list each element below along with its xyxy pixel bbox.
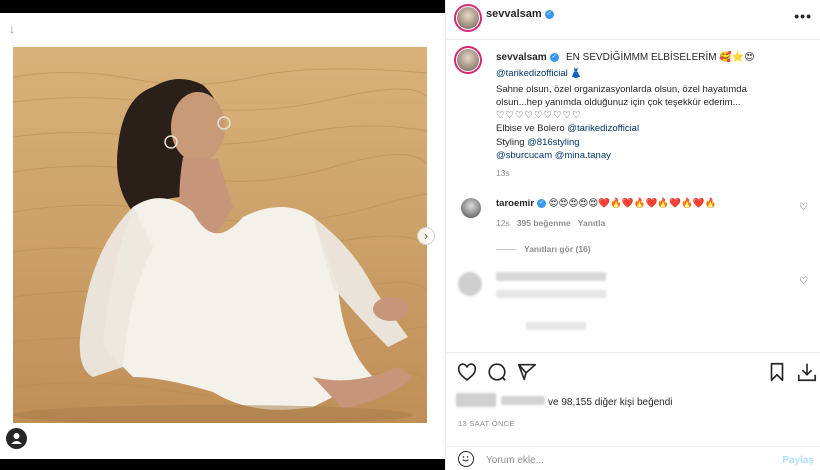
carousel-next-button[interactable]: › xyxy=(417,227,435,245)
comment-input[interactable]: Yorum ekle... xyxy=(486,455,544,466)
caption-username[interactable]: sevvalsam ✓ xyxy=(496,52,559,63)
caption-avatar[interactable] xyxy=(457,49,479,71)
blurred-meta xyxy=(526,322,586,330)
post-time: 13 SAAT ÖNCE xyxy=(458,419,515,428)
user-tag-icon[interactable] xyxy=(6,428,27,449)
blurred-name xyxy=(496,272,606,281)
caption-time: 13s xyxy=(496,168,510,178)
comment-bubble-icon[interactable] xyxy=(486,361,508,383)
caption-text-2: olsun...hep yanımda olduğunuz için çok t… xyxy=(496,97,741,108)
blurred-avatar xyxy=(458,272,482,296)
comment-row-blurred: ♡ xyxy=(446,268,820,338)
verified-badge-icon: ✓ xyxy=(544,9,554,19)
replies-line xyxy=(496,249,516,251)
download-icon[interactable]: ↓ xyxy=(6,22,18,36)
styling-tag-link[interactable]: @816styling xyxy=(527,137,579,148)
comment-verified-icon: ✓ xyxy=(537,198,547,208)
comment-text: 😍😍😍😍😍❤️🔥❤️🔥❤️🔥❤️🔥❤️🔥 xyxy=(548,198,717,209)
caption-tag-link[interactable]: @tarikedizofficial 👗 xyxy=(496,68,582,79)
tag-b-link[interactable]: @mina.tanay xyxy=(555,150,611,161)
blurred-text xyxy=(496,290,606,298)
caption-dress-line: Elbise ve Bolero @tarikedizofficial xyxy=(496,123,639,134)
post-photo[interactable] xyxy=(13,47,427,423)
caption-styling-line: Styling @816styling xyxy=(496,137,580,148)
top-bar xyxy=(0,0,445,13)
post-header: sevvalsam ✓ ••• xyxy=(446,0,820,40)
comment-time: 12s xyxy=(496,218,510,228)
comment-meta: 12s 395 beğenme Yanıtla xyxy=(496,218,605,228)
details-pane: sevvalsam ✓ ••• sevvalsam ✓ EN SEVDİĞİMMM … xyxy=(446,0,820,470)
save-bookmark-icon[interactable] xyxy=(766,361,788,383)
tag-a-link[interactable]: @sburcucam xyxy=(496,150,552,161)
comment-like-heart-icon[interactable]: ♡ xyxy=(799,202,808,213)
more-options-button[interactable]: ••• xyxy=(794,8,812,24)
caption-verified-icon: ✓ xyxy=(549,52,559,62)
bottom-bar xyxy=(0,459,445,470)
caption-hearts: ♡♡♡♡♡♡♡♡♡ xyxy=(496,110,582,121)
comment-box: Yorum ekle... Paylaş xyxy=(446,446,820,470)
actions-bar: ve 98,155 diğer kişi beğendi 13 SAAT ÖNC… xyxy=(446,352,820,428)
avatar[interactable] xyxy=(457,7,479,29)
media-pane: ↓ › xyxy=(0,0,445,470)
likes-text[interactable]: ve 98,155 diğer kişi beğendi xyxy=(548,397,673,408)
comment2-like-heart-icon[interactable]: ♡ xyxy=(799,276,808,287)
share-paper-plane-icon[interactable] xyxy=(516,361,538,383)
view-replies[interactable]: Yanıtları gör (16) xyxy=(496,244,591,254)
blurred-liker-name xyxy=(501,396,545,405)
post-comment-button[interactable]: Paylaş xyxy=(782,455,814,466)
comment-row: taroemir ✓ 😍😍😍😍😍❤️🔥❤️🔥❤️🔥❤️🔥❤️🔥 12s 395 b… xyxy=(446,194,820,254)
like-heart-icon[interactable] xyxy=(456,361,478,383)
header-username-text[interactable]: sevvalsam xyxy=(486,8,542,20)
comment-line: taroemir ✓ 😍😍😍😍😍❤️🔥❤️🔥❤️🔥❤️🔥❤️🔥 xyxy=(496,198,716,209)
comment-username[interactable]: taroemir xyxy=(496,198,534,209)
caption-username-text[interactable]: sevvalsam xyxy=(496,52,547,63)
blurred-liker-avatars xyxy=(456,393,496,407)
comment-avatar[interactable] xyxy=(461,198,481,218)
dress-prefix: Elbise ve Bolero xyxy=(496,123,568,134)
view-replies-text[interactable]: Yanıtları gör (16) xyxy=(524,244,591,254)
dress-tag-link[interactable]: @tarikedizofficial xyxy=(567,123,639,134)
caption-tags-line: @sburcucam @mina.tanay xyxy=(496,150,611,161)
caption-title: EN SEVDİĞİMMM ELBİSELERİM 🥰⭐😍 xyxy=(566,52,755,63)
photo-illustration xyxy=(13,47,427,423)
download-tray-icon[interactable] xyxy=(796,361,818,383)
comment-reply-button[interactable]: Yanıtla xyxy=(578,218,605,228)
emoji-smile-icon[interactable] xyxy=(458,451,474,467)
styling-prefix: Styling xyxy=(496,137,528,148)
comment-likes[interactable]: 395 beğenme xyxy=(517,218,571,228)
header-username[interactable]: sevvalsam ✓ xyxy=(486,8,554,20)
caption-text-1: Sahne olsun, özel organizasyonlarda olsu… xyxy=(496,84,747,95)
